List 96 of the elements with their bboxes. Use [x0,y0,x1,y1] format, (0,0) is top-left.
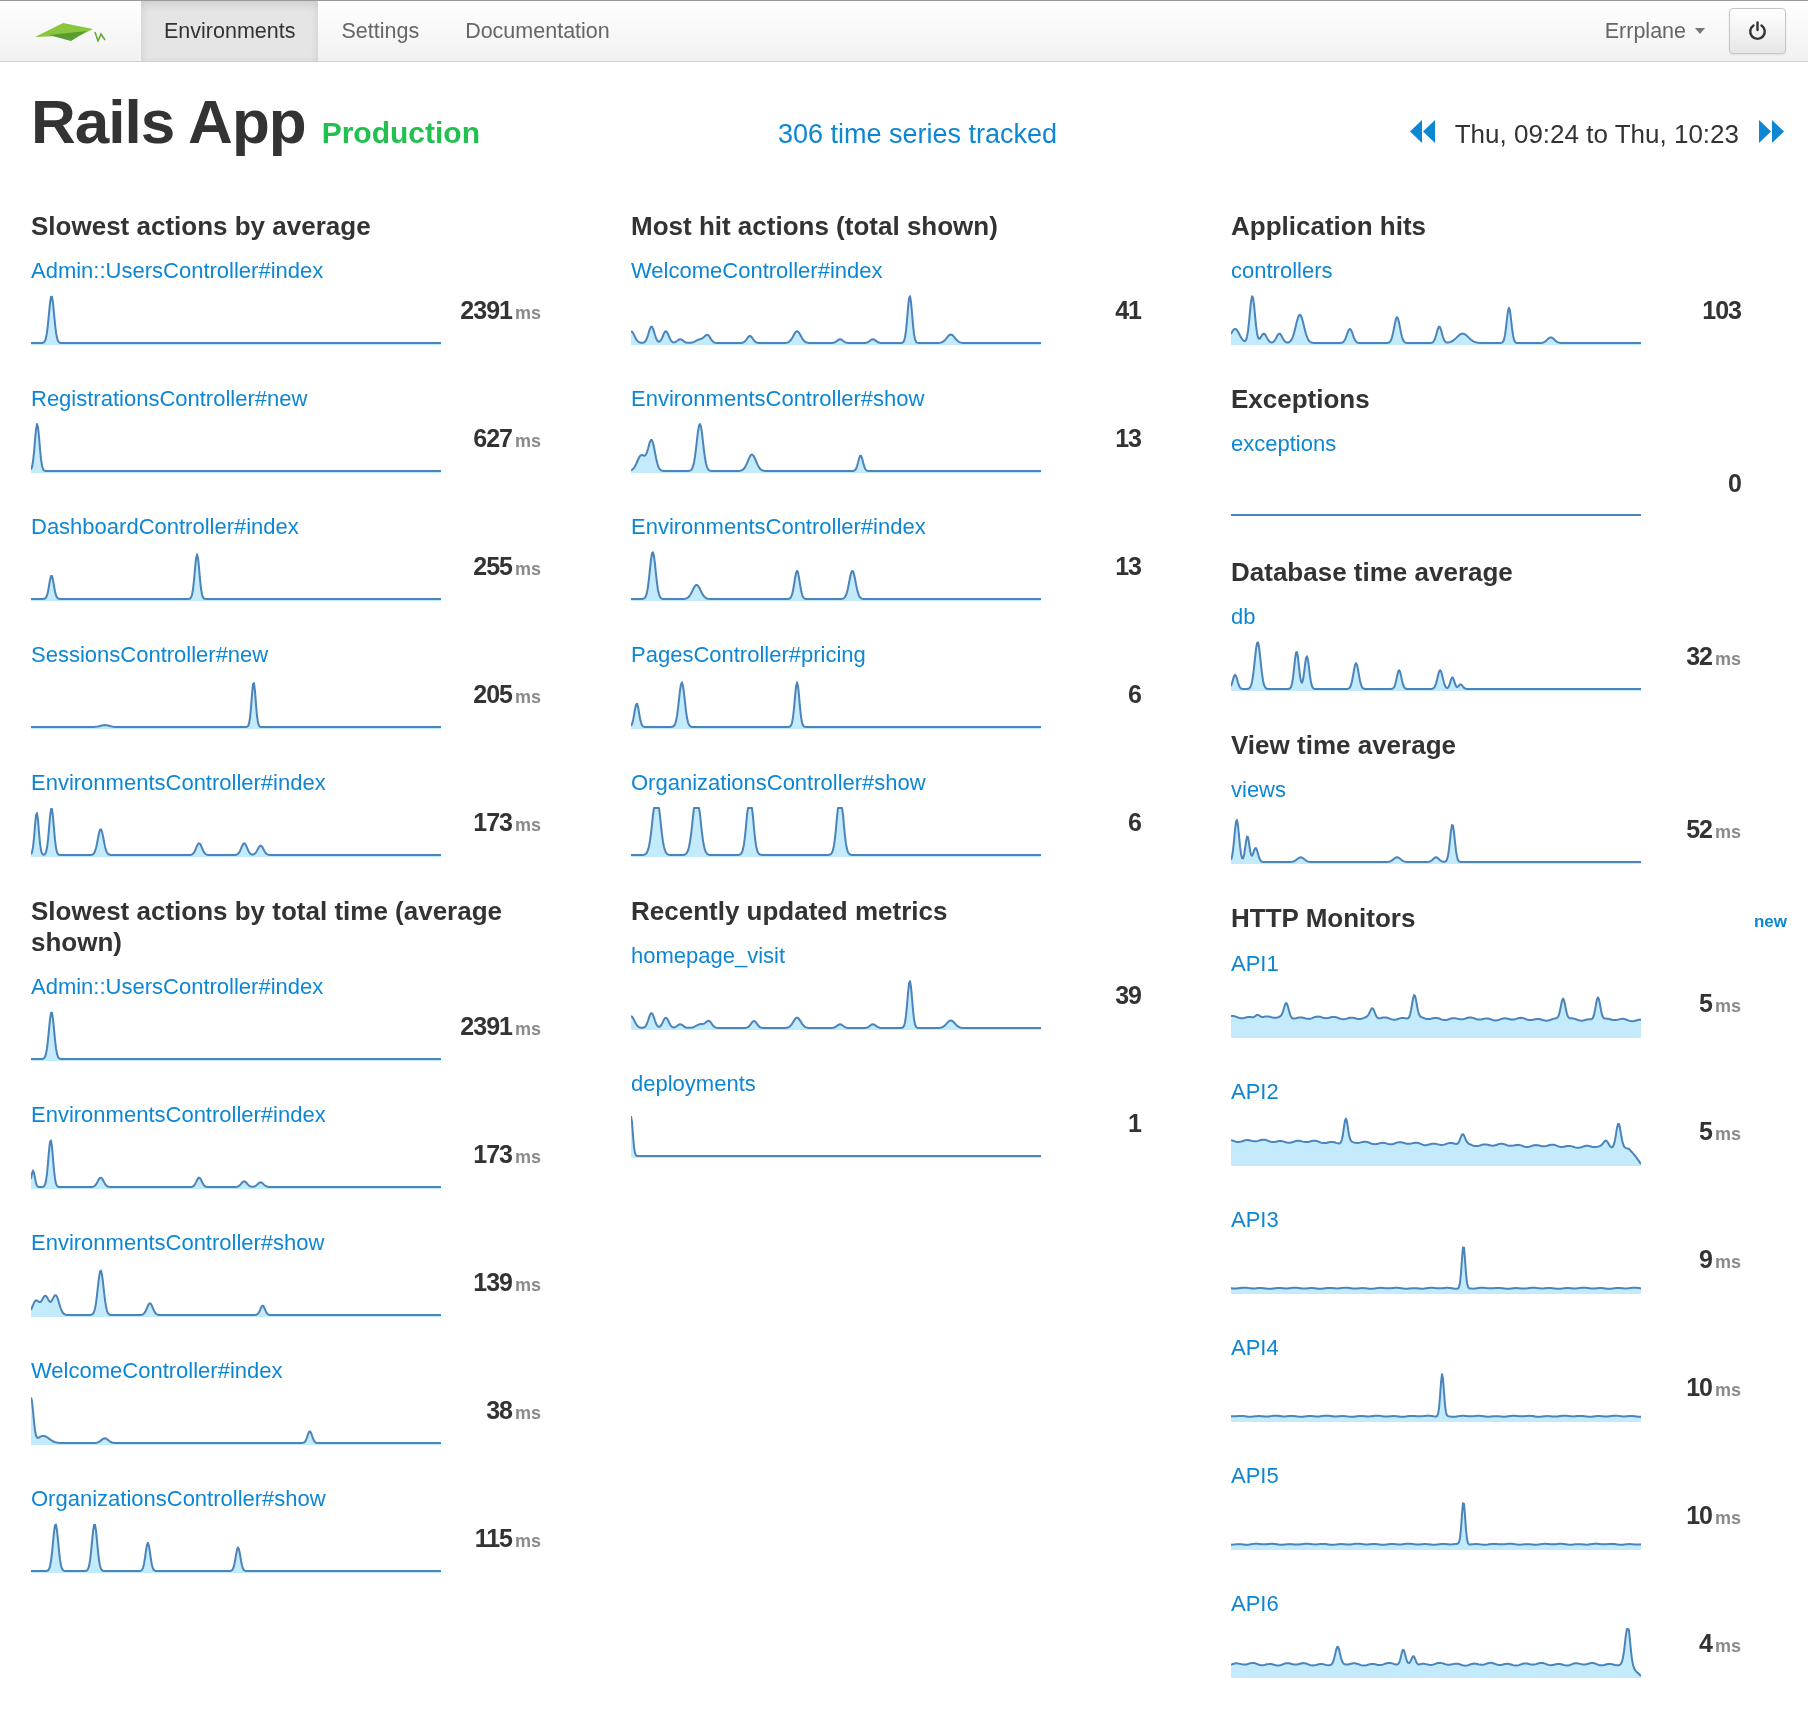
metric-value: 9 [1699,1243,1712,1274]
metric-value: 52 [1686,814,1712,844]
metric-link[interactable]: OrganizationsController#show [31,1486,326,1512]
nav-tab[interactable]: Environments [141,1,319,61]
metric-value: 4 [1699,1627,1712,1658]
metric-value: 115 [474,1523,512,1553]
unit-label: ms [515,814,541,837]
series-count-link[interactable]: 306 time series tracked [777,114,1058,155]
section-title: Recently updated metrics [631,896,948,927]
unit-label: ms [1715,1378,1741,1402]
section-title: Database time average [1231,557,1513,588]
metric-link[interactable]: RegistrationsController#new [31,386,308,412]
metric-value: 6 [1128,807,1141,837]
metric-link[interactable]: API1 [1231,950,1279,977]
metric-link[interactable]: EnvironmentsController#index [31,770,326,796]
section-title: Application hits [1231,211,1426,242]
unit-label: ms [1715,821,1741,844]
metric-link[interactable]: EnvironmentsController#show [631,386,925,412]
section-title: Exceptions [1231,384,1370,415]
unit-label: ms [515,1402,541,1425]
metric-link[interactable]: SessionsController#new [31,642,269,668]
metric-value: 39 [1115,980,1141,1010]
metric-value: 5 [1699,1115,1712,1146]
account-menu[interactable]: Errplane [1604,14,1705,48]
metric-link[interactable]: OrganizationsController#show [631,770,926,796]
unit-label: ms [1715,1250,1741,1274]
section-title: Slowest actions by total time (average shown) [31,896,504,958]
metric-link[interactable]: EnvironmentsController#index [31,1102,326,1128]
nav-tab[interactable]: Settings [318,1,443,61]
power-button[interactable] [1729,8,1786,54]
logo-icon[interactable] [35,20,107,42]
caret-icon [1695,28,1705,34]
metric-link[interactable]: EnvironmentsController#show [31,1230,325,1256]
metric-link[interactable]: Admin::UsersController#index [31,974,324,1000]
unit-label: ms [515,430,541,453]
metric-value: 255 [473,551,512,581]
unit-label: ms [1715,994,1741,1018]
environment-label: Production [321,115,480,151]
new-link[interactable]: new [1753,909,1787,935]
section-title: HTTP Monitors [1231,903,1416,934]
metric-value: 2391 [460,295,512,325]
unit-label: ms [515,686,541,709]
metric-value: 173 [473,807,512,837]
metric-value: 1 [1128,1108,1141,1138]
metric-value: 139 [473,1267,512,1297]
metric-link[interactable]: EnvironmentsController#index [631,514,926,540]
unit-label: ms [1715,1506,1741,1530]
metric-value: 38 [486,1395,512,1425]
metric-value: 32 [1686,641,1712,671]
metric-link[interactable]: API5 [1231,1462,1279,1489]
unit-label: ms [1715,648,1741,671]
power-icon [1748,21,1767,41]
nav-tab[interactable]: Documentation [442,1,633,61]
metric-link[interactable]: homepage_visit [631,943,786,969]
section-title: Slowest actions by average [31,211,371,242]
metric-link[interactable]: API2 [1231,1078,1279,1105]
metric-link[interactable]: views [1231,777,1286,803]
unit-label: ms [1715,1122,1741,1146]
metric-value: 0 [1728,468,1741,498]
metric-value: 13 [1115,551,1141,581]
section-title: View time average [1231,730,1456,761]
metric-value: 13 [1115,423,1141,453]
metric-link[interactable]: API4 [1231,1334,1279,1361]
metric-link[interactable]: exceptions [1231,431,1337,457]
metric-value: 173 [473,1139,512,1169]
rewind-icon[interactable] [1409,120,1435,143]
metric-link[interactable]: WelcomeController#index [631,258,883,284]
unit-label: ms [515,1530,541,1553]
metric-link[interactable]: Admin::UsersController#index [31,258,324,284]
unit-label: ms [515,302,541,325]
metric-value: 627 [473,423,512,453]
page-title: Rails App [31,86,306,158]
unit-label: ms [515,1274,541,1297]
metric-value: 103 [1702,295,1741,325]
metric-value: 5 [1699,987,1712,1018]
metric-link[interactable]: deployments [631,1071,756,1097]
metric-link[interactable]: db [1231,604,1256,630]
metric-link[interactable]: DashboardController#index [31,514,299,540]
time-range: Thu, 09:24 to Thu, 10:23 [1454,118,1739,151]
metric-link[interactable]: controllers [1231,258,1333,284]
unit-label: ms [515,1018,541,1041]
metric-link[interactable]: WelcomeController#index [31,1358,283,1384]
metric-value: 205 [473,679,512,709]
metric-value: 41 [1115,295,1141,325]
fast-forward-icon[interactable] [1759,120,1784,143]
unit-label: ms [515,558,541,581]
metric-value: 10 [1686,1371,1712,1402]
metric-value: 6 [1128,679,1141,709]
unit-label: ms [515,1146,541,1169]
metric-link[interactable]: API3 [1231,1206,1279,1233]
metric-value: 10 [1686,1499,1712,1530]
metric-value: 2391 [460,1011,512,1041]
unit-label: ms [1715,1634,1741,1658]
metric-link[interactable]: PagesController#pricing [631,642,866,668]
section-title: Most hit actions (total shown) [631,211,998,242]
metric-link[interactable]: API6 [1231,1590,1279,1617]
